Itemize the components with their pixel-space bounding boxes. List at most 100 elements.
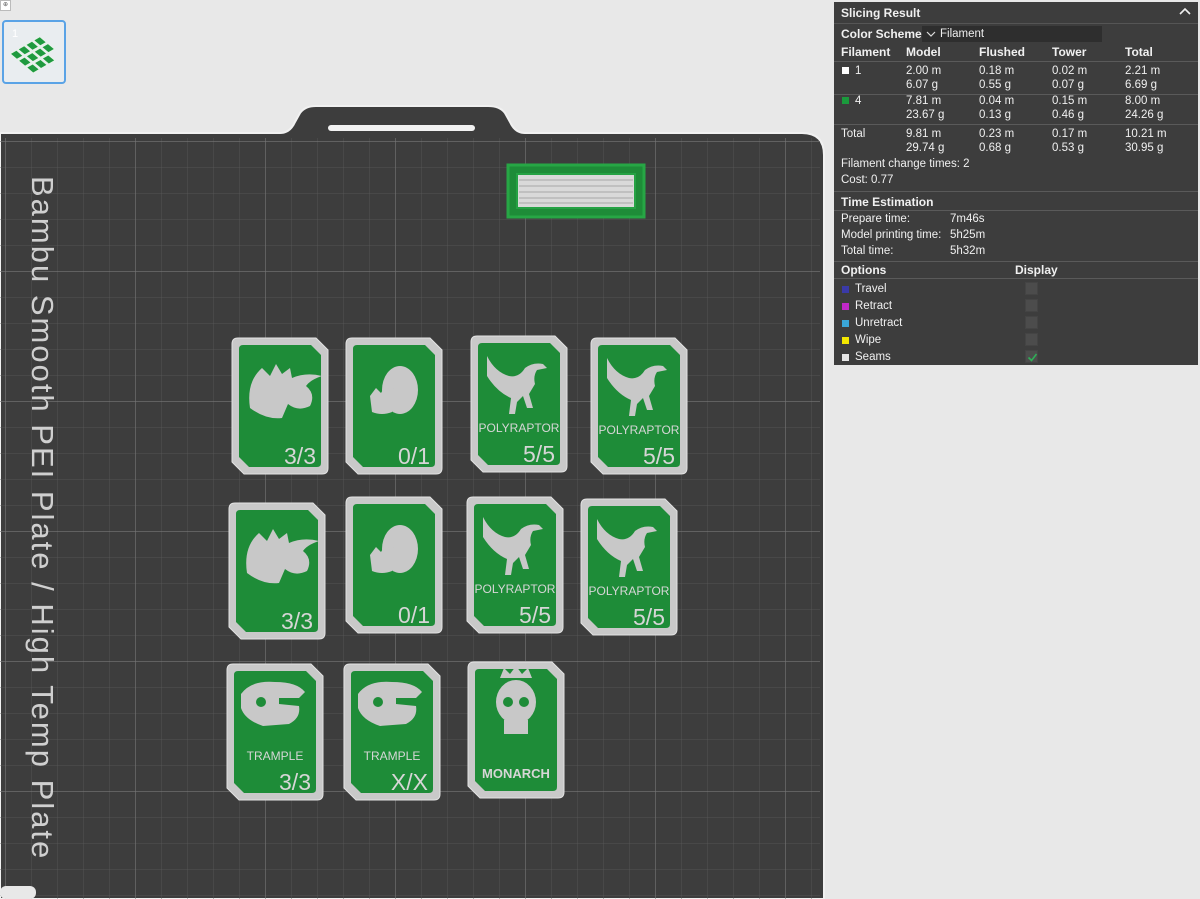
option-color-swatch [842, 320, 849, 327]
model-printing-time-label: Model printing time: [841, 229, 942, 241]
total-length: 8.00 m [1125, 95, 1161, 107]
options-title: Options [841, 263, 887, 277]
card-caption: POLYRAPTOR [479, 421, 560, 435]
card-count: X/X [391, 769, 428, 795]
option-label: Retract [855, 300, 893, 312]
chevron-down-icon [926, 31, 936, 37]
card-count: 5/5 [643, 443, 675, 469]
option-row-wipe: Wipe [841, 333, 1191, 349]
option-label: Seams [855, 351, 891, 363]
model-weight: 6.07 g [906, 79, 938, 91]
display-checkbox[interactable] [1025, 282, 1038, 295]
time-estimation-title: Time Estimation [841, 195, 934, 209]
display-checkbox[interactable] [1025, 316, 1038, 329]
tower-length: 0.17 m [1052, 128, 1088, 140]
card-count: 3/3 [279, 769, 311, 795]
display-checkbox[interactable] [1025, 350, 1038, 363]
tower-weight: 0.53 g [1052, 142, 1084, 154]
option-color-swatch [842, 354, 849, 361]
prepare-time-label: Prepare time: [841, 213, 911, 225]
col-header-total: Total [1125, 45, 1153, 59]
flushed-weight: 0.68 g [979, 142, 1011, 154]
flushed-weight: 0.55 g [979, 79, 1011, 91]
filament-color-swatch [842, 97, 849, 104]
card-count: 3/3 [284, 443, 316, 469]
card-model-6[interactable]: 0/1 [345, 496, 443, 634]
card-caption: MONARCH [482, 766, 550, 781]
total-time-label: Total time: [841, 245, 894, 257]
col-header-filament: Filament [841, 45, 891, 59]
card-model-2[interactable]: 0/1 [345, 337, 443, 475]
card-model-3[interactable]: POLYRAPTOR 5/5 [470, 335, 568, 473]
option-color-swatch [842, 303, 849, 310]
tower-length: 0.02 m [1052, 65, 1088, 77]
total-row-label: Total [841, 128, 866, 140]
card-caption: POLYRAPTOR [589, 584, 670, 598]
collapse-icon[interactable] [1178, 5, 1192, 19]
option-label: Travel [855, 283, 887, 295]
card-count: 5/5 [519, 602, 551, 628]
card-caption: TRAMPLE [247, 749, 304, 763]
flushed-length: 0.04 m [979, 95, 1015, 107]
option-color-swatch [842, 337, 849, 344]
total-weight: 24.26 g [1125, 109, 1164, 121]
card-model-7[interactable]: POLYRAPTOR 5/5 [466, 496, 564, 634]
build-plate[interactable]: 3/3 0/1 POLYRAPTOR 5/5 POLYRAPTOR 5/5 3/3 0/1 PO… [0, 0, 826, 899]
card-model-11[interactable]: MONARCH [467, 661, 565, 799]
display-checkbox[interactable] [1025, 299, 1038, 312]
total-weight: 6.69 g [1125, 79, 1157, 91]
divider [834, 191, 1198, 192]
card-count: 3/3 [281, 608, 313, 634]
prime-tower[interactable] [506, 163, 646, 219]
filament-color-swatch [842, 67, 849, 74]
option-row-seams: Seams [841, 350, 1191, 366]
option-row-unretract: Unretract [841, 316, 1191, 332]
total-length: 10.21 m [1125, 128, 1167, 140]
total-time-value: 5h32m [950, 245, 986, 257]
card-model-10[interactable]: TRAMPLE X/X [343, 663, 441, 801]
total-weight: 30.95 g [1125, 142, 1164, 154]
color-scheme-value: Filament [940, 28, 985, 40]
skull-eye-shape [256, 697, 266, 707]
filament-id: 4 [855, 95, 862, 107]
divider [834, 61, 1198, 62]
divider [834, 124, 1198, 125]
card-count: 5/5 [633, 604, 665, 630]
divider [834, 210, 1198, 211]
card-count: 0/1 [398, 602, 430, 628]
display-checkbox[interactable] [1025, 333, 1038, 346]
col-header-flushed: Flushed [979, 45, 1026, 59]
card-count: 5/5 [523, 441, 555, 467]
card-model-8[interactable]: POLYRAPTOR 5/5 [580, 498, 678, 636]
model-length: 9.81 m [906, 128, 942, 140]
option-row-retract: Retract [841, 299, 1191, 315]
skull-eye-shape [503, 697, 513, 707]
skull-shape [496, 680, 536, 724]
card-model-4[interactable]: POLYRAPTOR 5/5 [590, 337, 688, 475]
flushed-length: 0.18 m [979, 65, 1015, 77]
color-scheme-dropdown[interactable]: Filament [922, 26, 1102, 42]
plate-type-label: Bambu Smooth PEI Plate / High Temp Plate [25, 176, 60, 861]
skull-eye-shape [519, 697, 529, 707]
panel-title: Slicing Result [841, 6, 921, 20]
skull-eye-shape [373, 697, 383, 707]
color-scheme-label: Color Scheme [841, 27, 922, 41]
slicing-result-panel: Slicing Result Color Scheme Filament Fil… [834, 2, 1198, 365]
card-model-9[interactable]: TRAMPLE 3/3 [226, 663, 324, 801]
filament-id: 1 [855, 65, 862, 77]
model-weight: 23.67 g [906, 109, 945, 121]
filament-change-times: Filament change times: 2 [841, 158, 970, 170]
card-model-5[interactable]: 3/3 [228, 502, 326, 640]
tower-weight: 0.07 g [1052, 79, 1084, 91]
display-title: Display [1015, 263, 1058, 277]
option-color-swatch [842, 286, 849, 293]
jaw-shape [504, 720, 528, 734]
col-header-model: Model [906, 45, 941, 59]
option-label: Unretract [855, 317, 903, 329]
divider [834, 261, 1198, 262]
card-count: 0/1 [398, 443, 430, 469]
card-model-1[interactable]: 3/3 [231, 337, 329, 475]
divider [834, 278, 1198, 279]
model-printing-time-value: 5h25m [950, 229, 986, 241]
card-caption: POLYRAPTOR [599, 423, 680, 437]
